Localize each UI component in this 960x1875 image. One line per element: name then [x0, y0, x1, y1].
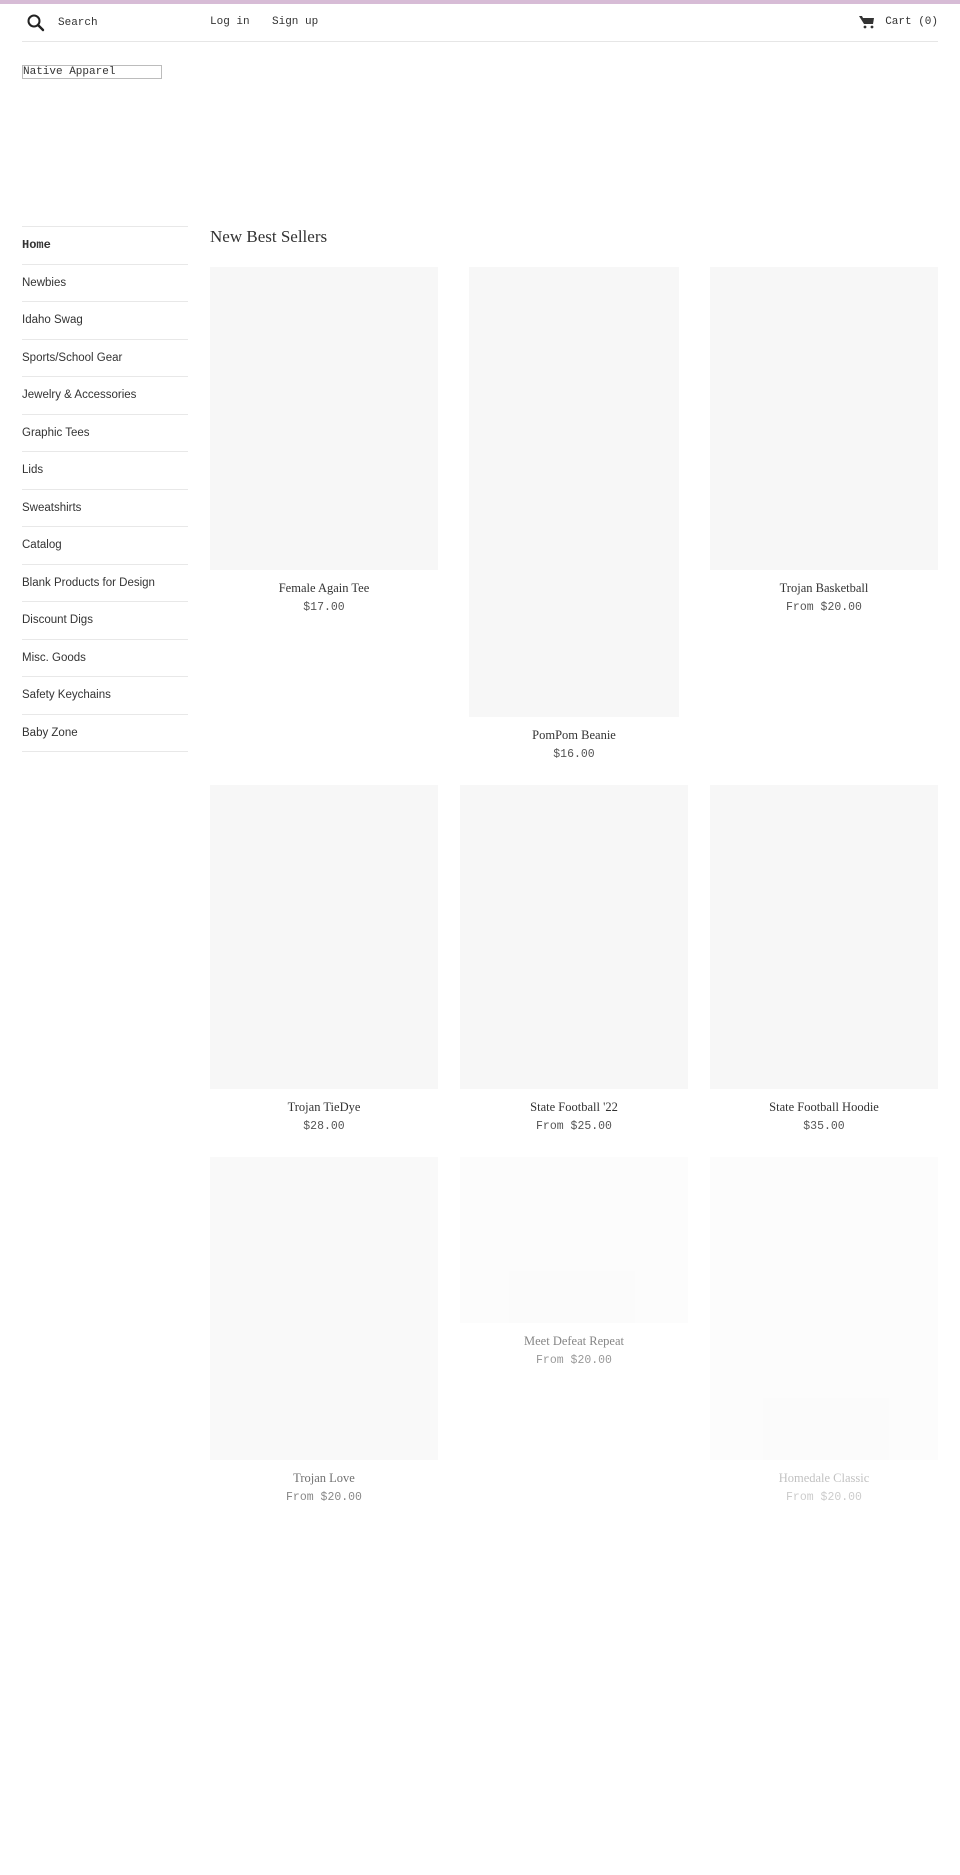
sidebar-item-label: Jewelry & Accessories — [22, 389, 137, 402]
cart-link[interactable]: Cart (0) — [859, 12, 938, 32]
search-icon[interactable] — [26, 13, 46, 33]
product-card[interactable]: PomPom Beanie $16.00 — [469, 267, 679, 761]
sidebar-item-sweatshirts[interactable]: Sweatshirts — [22, 490, 188, 527]
product-image[interactable] — [710, 267, 938, 570]
product-price: From $20.00 — [786, 601, 862, 614]
product-card[interactable]: Meet Defeat Repeat From $20.00 — [460, 1157, 688, 1367]
sidebar-item-label: Baby Zone — [22, 726, 78, 739]
section-title: New Best Sellers — [210, 227, 328, 246]
sidebar-item-blank-products[interactable]: Blank Products for Design — [22, 565, 188, 602]
product-card[interactable]: Trojan Basketball From $20.00 — [710, 267, 938, 614]
sidebar-item-label: Misc. Goods — [22, 651, 86, 664]
product-title[interactable]: Trojan Love — [210, 1471, 438, 1486]
product-image[interactable] — [710, 785, 938, 1089]
product-image[interactable] — [210, 785, 438, 1089]
product-title[interactable]: Meet Defeat Repeat — [460, 1334, 688, 1349]
product-card[interactable]: Trojan Love From $20.00 — [210, 1157, 438, 1504]
sidebar-item-home[interactable]: Home — [22, 227, 188, 265]
sidebar-item-label: Lids — [22, 464, 44, 477]
sidebar-item-jewelry-accessories[interactable]: Jewelry & Accessories — [22, 377, 188, 415]
signup-link[interactable]: Sign up — [272, 16, 318, 28]
product-card[interactable]: Homedale Classic From $20.00 — [710, 1157, 938, 1504]
product-image[interactable] — [210, 1157, 438, 1460]
sidebar-item-label: Blank Products for Design — [22, 576, 155, 589]
sidebar-item-sports-school-gear[interactable]: Sports/School Gear — [22, 340, 188, 377]
sidebar-item-label: Sweatshirts — [22, 501, 82, 514]
search-input[interactable] — [58, 12, 208, 34]
product-price: From $20.00 — [536, 1354, 612, 1367]
sidebar-item-label: Catalog — [22, 539, 62, 552]
sidebar-item-label: Newbies — [22, 276, 67, 289]
product-card[interactable]: Trojan TieDye $28.00 — [210, 785, 438, 1133]
product-price: $17.00 — [303, 601, 345, 614]
store-logo[interactable]: Native Apparel — [22, 65, 162, 79]
sidebar-item-discount-digs[interactable]: Discount Digs — [22, 602, 188, 640]
product-card[interactable]: State Football Hoodie $35.00 — [710, 785, 938, 1133]
sidebar-item-misc-goods[interactable]: Misc. Goods — [22, 640, 188, 677]
sidebar-item-label: Sports/School Gear — [22, 351, 123, 364]
product-title[interactable]: Trojan TieDye — [210, 1100, 438, 1115]
sidebar-item-catalog[interactable]: Catalog — [22, 527, 188, 565]
product-image[interactable] — [460, 1157, 688, 1323]
cart-label: Cart (0) — [885, 16, 938, 28]
sidebar-nav: Home Newbies Idaho Swag Sports/School Ge… — [22, 226, 188, 752]
product-image[interactable] — [710, 1157, 938, 1460]
product-title[interactable]: Homedale Classic — [710, 1471, 938, 1486]
product-price: $16.00 — [553, 748, 595, 761]
product-image[interactable] — [210, 267, 438, 570]
site-header: Log in Sign up Cart (0) — [22, 4, 938, 42]
sidebar-item-baby-zone[interactable]: Baby Zone — [22, 715, 188, 752]
product-price: From $25.00 — [536, 1120, 612, 1133]
product-title[interactable]: Trojan Basketball — [710, 581, 938, 596]
sidebar-item-label: Home — [22, 238, 51, 253]
sidebar-item-label: Safety Keychains — [22, 689, 111, 702]
product-price: From $20.00 — [786, 1491, 862, 1504]
product-price: $28.00 — [303, 1120, 345, 1133]
product-card[interactable]: Female Again Tee $17.00 — [210, 267, 438, 614]
sidebar-item-label: Idaho Swag — [22, 314, 83, 327]
sidebar-item-lids[interactable]: Lids — [22, 452, 188, 490]
product-card[interactable]: State Football '22 From $25.00 — [460, 785, 688, 1133]
sidebar-item-label: Graphic Tees — [22, 426, 90, 439]
sidebar-item-idaho-swag[interactable]: Idaho Swag — [22, 302, 188, 340]
product-price: $35.00 — [803, 1120, 845, 1133]
sidebar-item-label: Discount Digs — [22, 614, 93, 627]
cart-icon — [859, 16, 875, 29]
product-image[interactable] — [469, 267, 679, 717]
sidebar-item-newbies[interactable]: Newbies — [22, 265, 188, 302]
login-link[interactable]: Log in — [210, 16, 250, 28]
product-title[interactable]: State Football Hoodie — [710, 1100, 938, 1115]
sidebar-item-graphic-tees[interactable]: Graphic Tees — [22, 415, 188, 452]
product-price: From $20.00 — [286, 1491, 362, 1504]
sidebar-item-safety-keychains[interactable]: Safety Keychains — [22, 677, 188, 715]
product-title[interactable]: Female Again Tee — [210, 581, 438, 596]
product-image[interactable] — [460, 785, 688, 1089]
product-title[interactable]: State Football '22 — [460, 1100, 688, 1115]
product-title[interactable]: PomPom Beanie — [469, 728, 679, 743]
